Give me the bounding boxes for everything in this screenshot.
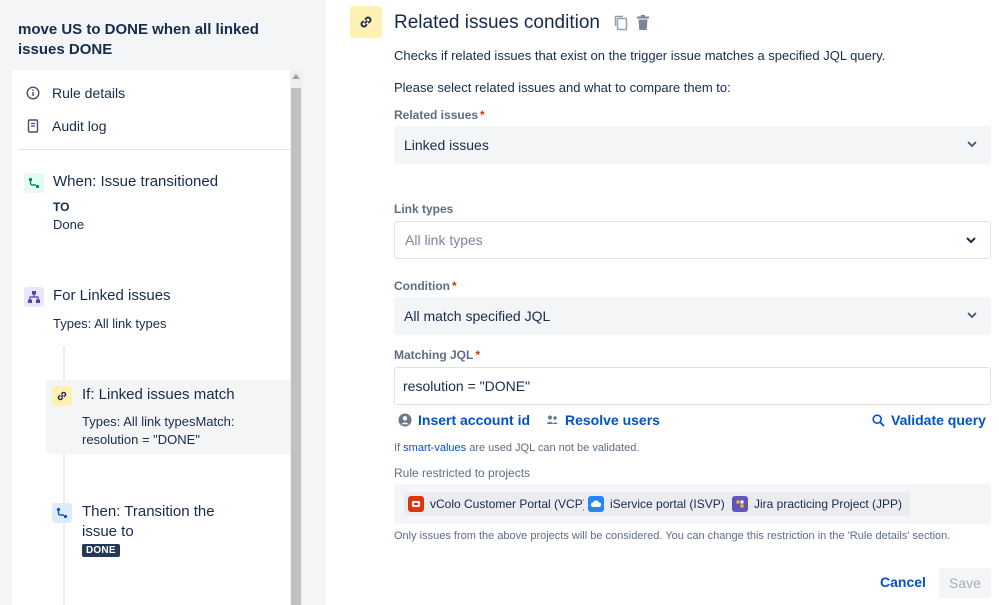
related-issues-label: Related issues * (394, 108, 485, 122)
condition-select[interactable]: All match specified JQL (394, 297, 991, 335)
branch-subtitle: Types: All link types (53, 316, 167, 331)
link-icon (52, 386, 72, 406)
condition-value: All match specified JQL (404, 308, 551, 324)
trigger-icon (24, 173, 44, 193)
rule-title: move US to DONE when all linked issues D… (18, 21, 259, 58)
condition-subtitle-line2: resolution = "DONE" (82, 432, 200, 447)
copy-icon[interactable] (613, 14, 629, 35)
smart-values-note: If smart-values are used JQL can not be … (394, 442, 640, 454)
chevron-down-icon (967, 141, 977, 148)
restricted-projects-list: vColo Customer Portal (VCP) iService por… (394, 484, 991, 524)
sidebar-scrollbar[interactable] (290, 70, 302, 605)
branch-title: For Linked issues (53, 287, 171, 304)
link-types-label: Link types (394, 202, 454, 216)
condition-editor-panel: Related issues condition Checks if relat… (350, 0, 999, 605)
trash-icon[interactable] (635, 14, 651, 35)
scroll-up-arrow-icon[interactable] (292, 74, 300, 79)
trigger-to-value: Done (53, 217, 85, 232)
trigger-to-label: TO (53, 200, 70, 214)
rule-sidebar: move US to DONE when all linked issues D… (0, 0, 326, 605)
nav-audit-log[interactable]: Audit log (26, 116, 106, 136)
search-icon (872, 413, 885, 427)
projects-note: Only issues from the above projects will… (394, 530, 951, 542)
action-title-line2: issue to (82, 523, 134, 540)
rule-steps-card: Rule details Audit log When: Issue trans… (12, 70, 302, 605)
project-avatar-icon (732, 496, 748, 512)
transition-icon (52, 503, 72, 523)
scroll-thumb[interactable] (291, 88, 301, 605)
link-icon (350, 6, 382, 38)
cloud-project-avatar-icon (588, 496, 604, 512)
header-actions (613, 14, 651, 35)
insert-account-id-button[interactable]: Insert account id (398, 412, 530, 428)
resolve-users-button[interactable]: Resolve users (545, 412, 660, 428)
audit-log-icon (26, 119, 40, 133)
validate-query-button[interactable]: Validate query (872, 412, 986, 428)
condition-title: If: Linked issues match (82, 386, 235, 403)
related-issues-value: Linked issues (404, 137, 489, 153)
nav-rule-details-label: Rule details (52, 85, 126, 101)
nav-rule-details[interactable]: Rule details (26, 83, 125, 103)
info-icon (26, 86, 40, 100)
matching-jql-input[interactable]: resolution = "DONE" (394, 367, 991, 405)
condition-subtitle-line1: Types: All link typesMatch: (82, 414, 235, 429)
sidebar-divider (18, 149, 296, 150)
smart-values-link[interactable]: smart-values (403, 442, 466, 454)
link-types-select[interactable]: All link types (394, 221, 991, 259)
user-circle-icon (398, 413, 412, 427)
panel-title: Related issues condition (394, 12, 600, 33)
save-button[interactable]: Save (939, 568, 991, 598)
trigger-title: When: Issue transitioned (53, 173, 219, 190)
chevron-down-icon (967, 312, 977, 319)
projects-label: Rule restricted to projects (394, 466, 531, 480)
chevron-down-icon (966, 237, 976, 244)
project-chip-vcp[interactable]: vColo Customer Portal (VCP) (404, 492, 595, 516)
link-types-placeholder: All link types (405, 232, 483, 248)
condition-label: Condition * (394, 279, 457, 293)
matching-jql-label: Matching JQL * (394, 348, 481, 362)
action-title-line1: Then: Transition the (82, 503, 215, 520)
users-icon (545, 413, 559, 427)
cancel-button[interactable]: Cancel (876, 568, 930, 596)
related-issues-select[interactable]: Linked issues (394, 126, 991, 164)
project-chip-jpp[interactable]: Jira practicing Project (JPP) (728, 492, 911, 516)
project-chip-isvp[interactable]: iService portal (ISVP) (584, 492, 733, 516)
branch-icon (24, 287, 44, 307)
status-lozenge-done: DONE (82, 544, 120, 557)
project-avatar-icon (408, 496, 424, 512)
panel-description: Checks if related issues that exist on t… (394, 48, 886, 63)
nav-audit-log-label: Audit log (52, 118, 107, 134)
panel-instruction: Please select related issues and what to… (394, 80, 731, 95)
